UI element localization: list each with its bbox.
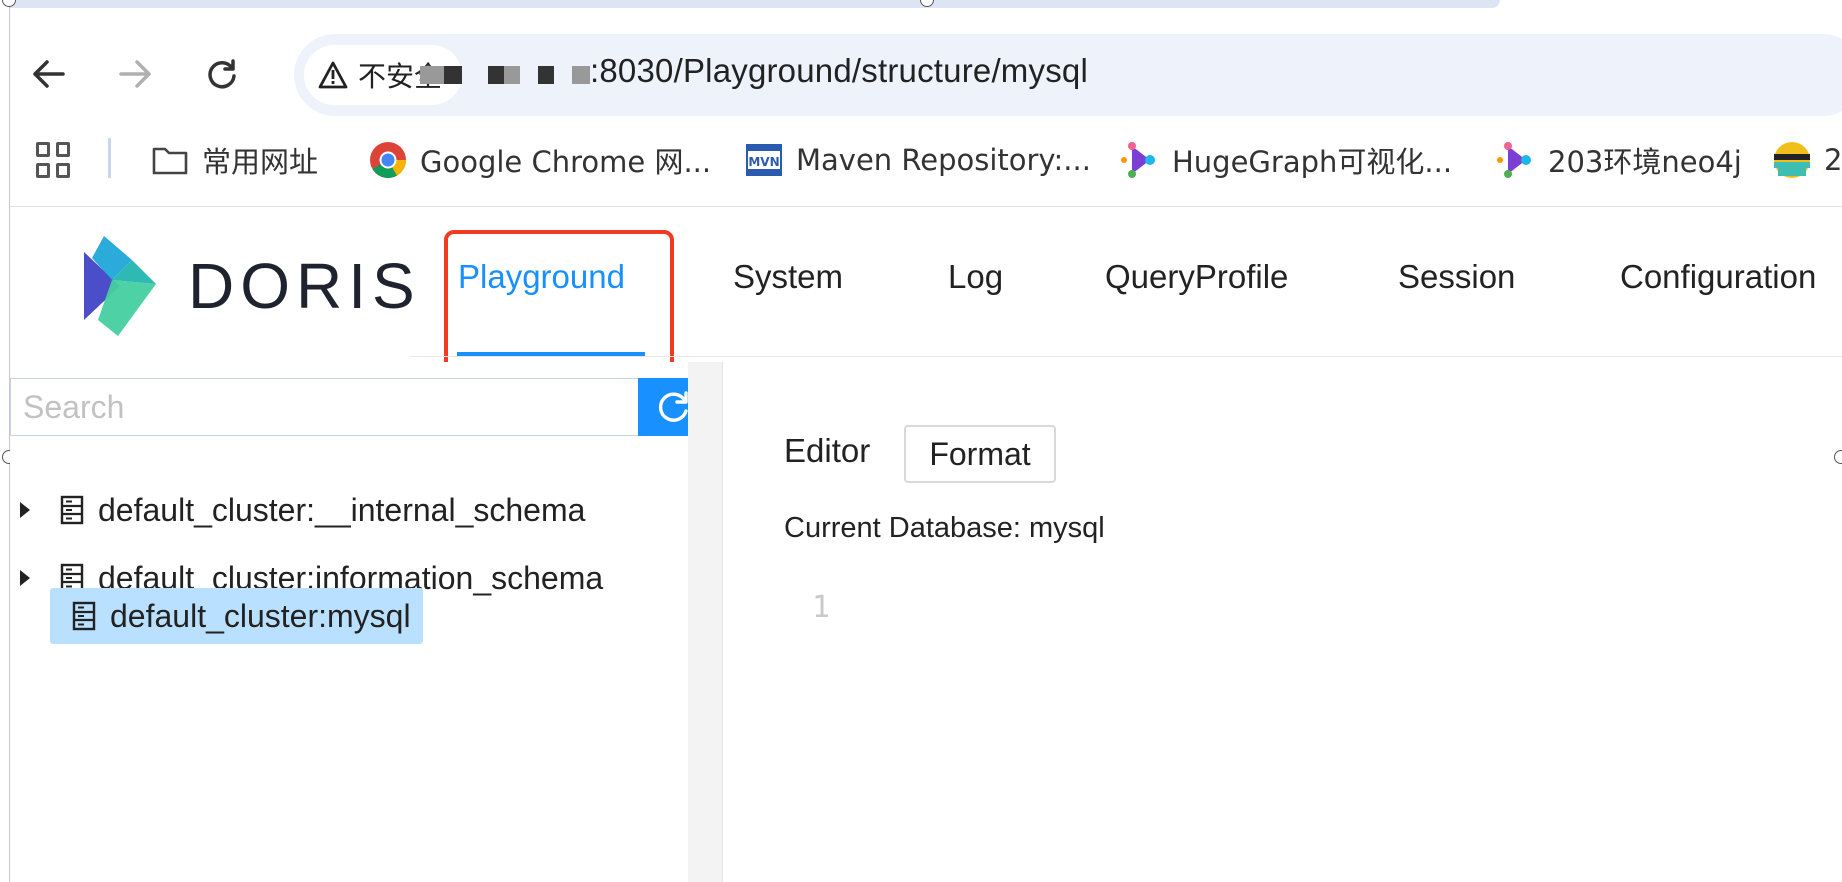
bookmark-folder[interactable]: 常用网址 xyxy=(150,138,318,182)
selection-handle[interactable] xyxy=(1834,450,1842,464)
tab-strip-edge xyxy=(10,0,1500,8)
redacted-url-part xyxy=(444,66,462,84)
expand-caret-icon[interactable] xyxy=(10,550,40,606)
header-divider xyxy=(410,356,1842,357)
bookmark-label: Google Chrome 网... xyxy=(420,145,712,179)
bookmark-item[interactable]: MVN Maven Repository:... xyxy=(744,138,1091,182)
bookmark-label: 2 xyxy=(1824,143,1842,177)
database-icon xyxy=(72,601,96,631)
doris-logo[interactable]: DORIS xyxy=(70,228,421,344)
bookmark-label: HugeGraph可视化... xyxy=(1172,145,1453,179)
bookmark-item[interactable]: 203环境neo4j xyxy=(1496,138,1742,182)
arrow-left-icon xyxy=(33,60,65,88)
warning-icon xyxy=(318,61,348,89)
editor-label: Editor xyxy=(784,432,871,469)
svg-text:MVN: MVN xyxy=(748,155,779,169)
annotation-highlight-box xyxy=(444,230,674,380)
bookmark-item[interactable]: Google Chrome 网... xyxy=(368,138,711,182)
folder-icon xyxy=(150,140,190,180)
tree-node-content[interactable]: default_cluster:__internal_schema xyxy=(40,482,597,538)
editor-line-number: 1 xyxy=(812,590,831,625)
bookmark-label: 常用网址 xyxy=(202,145,319,179)
bookmark-item[interactable]: HugeGraph可视化... xyxy=(1120,138,1452,182)
apps-grid-icon[interactable] xyxy=(36,142,72,178)
redacted-url-part xyxy=(572,66,590,84)
url-text[interactable]: :8030/Playground/structure/mysql xyxy=(590,52,1088,90)
address-bar[interactable]: 不安全 :8030/Playground/structure/mysql xyxy=(294,34,1842,116)
menu-session[interactable]: Session xyxy=(1398,258,1515,296)
expand-caret-icon[interactable] xyxy=(10,482,40,538)
bookmarks-divider xyxy=(108,138,111,178)
menu-queryprofile[interactable]: QueryProfile xyxy=(1105,258,1288,296)
menu-configuration[interactable]: Configuration xyxy=(1620,258,1816,296)
menu-log[interactable]: Log xyxy=(948,258,1003,296)
current-database: Current Database: mysql xyxy=(784,512,1105,544)
tree-node-label: default_cluster:__internal_schema xyxy=(98,491,586,528)
search-bar xyxy=(10,378,710,436)
refresh-icon xyxy=(658,391,688,422)
arrow-right-icon xyxy=(119,60,151,88)
tree-node-selected[interactable]: default_cluster:mysql xyxy=(50,588,423,644)
database-sidebar: default_cluster:__internal_schema defaul… xyxy=(10,362,710,882)
reload-icon xyxy=(208,59,236,89)
redacted-url-part xyxy=(488,66,504,84)
tree-node-label: default_cluster:mysql xyxy=(110,597,411,634)
redacted-url-part xyxy=(538,66,554,84)
menu-system[interactable]: System xyxy=(733,258,843,296)
tree-node-content[interactable]: default_cluster:mysql xyxy=(50,588,423,644)
database-icon xyxy=(60,495,84,525)
bookmark-item[interactable]: 2 xyxy=(1772,138,1842,182)
back-button[interactable] xyxy=(26,52,70,96)
hugegraph-icon xyxy=(1496,140,1536,180)
panel-splitter[interactable] xyxy=(688,362,723,882)
chrome-icon xyxy=(368,140,408,180)
maven-icon: MVN xyxy=(744,140,784,180)
redacted-url-part xyxy=(504,66,520,84)
forward-button[interactable] xyxy=(114,52,158,96)
redacted-url-part xyxy=(420,66,444,84)
browser-toolbar: 不安全 :8030/Playground/structure/mysql xyxy=(10,8,1842,128)
format-button[interactable]: Format xyxy=(904,425,1056,483)
search-input[interactable] xyxy=(10,378,638,436)
tree-node[interactable]: default_cluster:__internal_schema xyxy=(10,482,597,538)
reload-button[interactable] xyxy=(200,52,244,96)
elastic-icon xyxy=(1772,140,1812,180)
hugegraph-icon xyxy=(1120,140,1160,180)
logo-text: DORIS xyxy=(188,250,421,322)
bookmarks-bar: 常用网址 Google Chrome 网... MVN Maven Reposi… xyxy=(10,128,1842,207)
bookmark-label: Maven Repository:... xyxy=(796,143,1091,177)
bookmark-label: 203环境neo4j xyxy=(1548,145,1742,179)
doris-logo-icon xyxy=(84,236,156,336)
app-header: DORIS Playground System Log QueryProfile… xyxy=(10,208,1842,380)
